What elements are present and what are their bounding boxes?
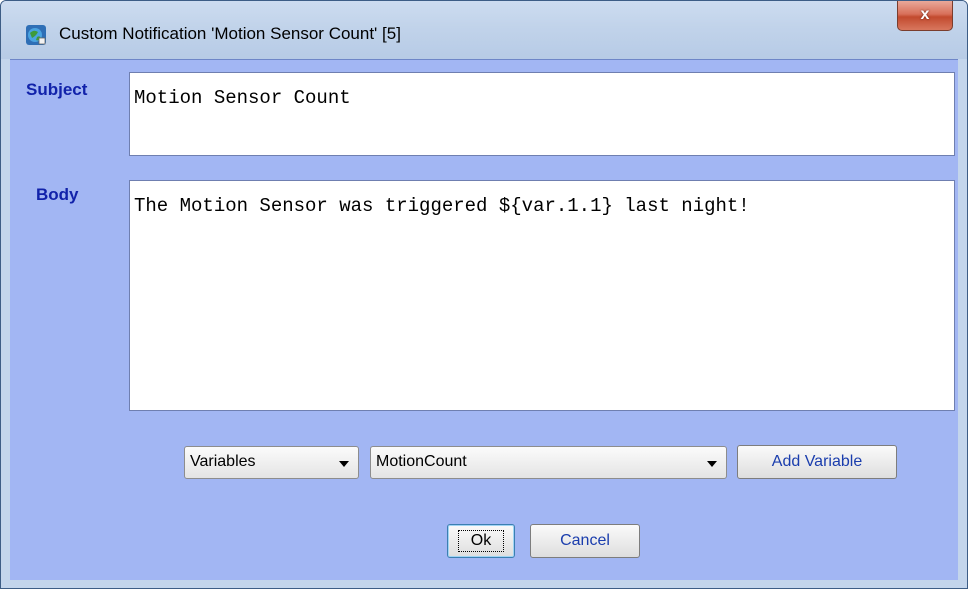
body-field[interactable]: The Motion Sensor was triggered ${var.1.… <box>129 180 955 411</box>
variable-value: MotionCount <box>376 453 467 470</box>
globe-app-icon <box>25 24 47 46</box>
dialog-body: Subject Motion Sensor Count Body The Mot… <box>10 59 958 580</box>
chevron-down-icon <box>707 461 717 467</box>
subject-field[interactable]: Motion Sensor Count <box>129 72 955 156</box>
close-button[interactable]: x <box>897 1 953 31</box>
ok-button-label: Ok <box>457 530 505 552</box>
ok-button[interactable]: Ok <box>447 524 515 558</box>
variable-select[interactable]: MotionCount <box>370 446 727 479</box>
variable-category-value: Variables <box>190 453 256 470</box>
chevron-down-icon <box>339 461 349 467</box>
close-icon: x <box>920 6 930 23</box>
notification-dialog: Custom Notification 'Motion Sensor Count… <box>0 0 968 589</box>
window-title: Custom Notification 'Motion Sensor Count… <box>59 24 401 43</box>
body-label: Body <box>36 185 79 204</box>
variable-category-select[interactable]: Variables <box>184 446 359 479</box>
subject-label: Subject <box>26 80 88 99</box>
add-variable-button[interactable]: Add Variable <box>737 445 897 479</box>
cancel-button[interactable]: Cancel <box>530 524 640 558</box>
title-bar[interactable]: Custom Notification 'Motion Sensor Count… <box>1 1 967 59</box>
